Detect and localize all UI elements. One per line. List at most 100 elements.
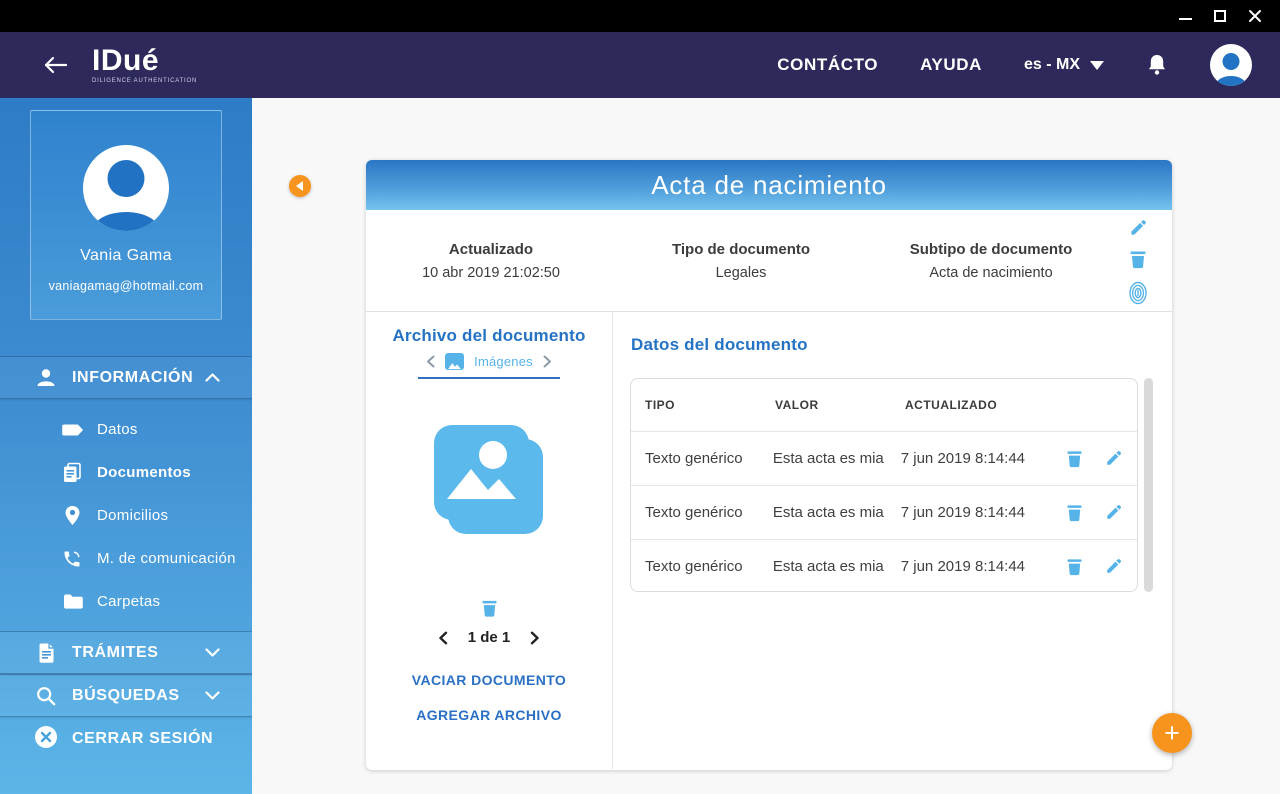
table-scrollbar[interactable] bbox=[1144, 378, 1153, 592]
data-panel: Datos del documento TIPO VALOR ACTUALIZA… bbox=[613, 312, 1172, 769]
delete-row-button[interactable] bbox=[1066, 449, 1083, 468]
meta-actualizado: Actualizado 10 abr 2019 21:02:50 bbox=[366, 241, 616, 281]
item-label: Documentos bbox=[97, 464, 191, 481]
empty-document-link[interactable]: VACIAR DOCUMENTO bbox=[412, 672, 566, 688]
meta-subtipo: Subtipo de documento Acta de nacimiento bbox=[866, 241, 1116, 281]
col-header-actualizado: ACTUALIZADO bbox=[905, 398, 1073, 412]
add-data-fab[interactable]: + bbox=[1152, 713, 1192, 753]
sidebar-section-busquedas[interactable]: BÚSQUEDAS bbox=[0, 674, 252, 717]
edit-row-button[interactable] bbox=[1105, 557, 1123, 576]
next-tab-button[interactable] bbox=[543, 355, 552, 368]
sidebar-section-informacion[interactable]: INFORMACIÓN bbox=[0, 356, 252, 399]
collapse-sidebar-button[interactable] bbox=[289, 175, 311, 197]
edit-icon bbox=[1105, 449, 1123, 467]
person-icon bbox=[34, 367, 58, 389]
edit-row-button[interactable] bbox=[1105, 503, 1123, 522]
item-label: Datos bbox=[97, 421, 138, 438]
chevron-down-icon bbox=[205, 691, 220, 700]
edit-row-button[interactable] bbox=[1105, 449, 1123, 468]
image-preview-placeholder[interactable] bbox=[434, 425, 544, 535]
language-selector[interactable]: es - MX bbox=[1024, 56, 1104, 74]
prev-page-button[interactable] bbox=[438, 631, 448, 645]
tab-label[interactable]: Imágenes bbox=[474, 354, 533, 369]
sidebar-item-datos[interactable]: Datos bbox=[0, 408, 252, 451]
add-file-link[interactable]: AGREGAR ARCHIVO bbox=[416, 707, 562, 723]
minimize-icon[interactable] bbox=[1179, 12, 1192, 20]
edit-document-button[interactable] bbox=[1129, 218, 1148, 237]
edit-icon bbox=[1105, 557, 1123, 575]
fingerprint-button[interactable] bbox=[1128, 281, 1148, 305]
maximize-icon[interactable] bbox=[1214, 10, 1226, 22]
documents-icon bbox=[60, 462, 84, 483]
item-label: Domicilios bbox=[97, 507, 168, 524]
profile-name: Vania Gama bbox=[31, 247, 221, 265]
delete-file-button[interactable] bbox=[481, 597, 498, 619]
document-meta: Actualizado 10 abr 2019 21:02:50 Tipo de… bbox=[366, 210, 1172, 312]
sidebar-submenu-informacion: Datos Documentos Domicilios M. de comuni… bbox=[0, 399, 252, 631]
chevron-up-icon bbox=[205, 373, 220, 382]
col-header-valor: VALOR bbox=[775, 398, 905, 412]
table-row: Texto genérico Esta acta es mia 7 jun 20… bbox=[631, 431, 1137, 485]
file-panel-title: Archivo del documento bbox=[392, 326, 585, 346]
item-label: Carpetas bbox=[97, 593, 160, 610]
document-data-table: TIPO VALOR ACTUALIZADO Texto genérico Es… bbox=[630, 378, 1138, 592]
fingerprint-icon bbox=[1128, 281, 1148, 305]
delete-row-button[interactable] bbox=[1066, 503, 1083, 522]
logout-label: CERRAR SESIÓN bbox=[72, 730, 213, 748]
document-card: Acta de nacimiento Actualizado 10 abr 20… bbox=[366, 160, 1172, 770]
phone-icon bbox=[60, 549, 84, 569]
chevron-left-icon bbox=[296, 181, 303, 191]
section-label: INFORMACIÓN bbox=[72, 369, 193, 387]
search-icon bbox=[34, 686, 58, 706]
document-title: Acta de nacimiento bbox=[651, 170, 887, 201]
section-label: TRÁMITES bbox=[72, 644, 159, 662]
image-placeholder-icon bbox=[434, 425, 529, 520]
notifications-button[interactable] bbox=[1146, 53, 1168, 77]
card-icon bbox=[60, 422, 84, 438]
logo-text: IDué bbox=[92, 46, 197, 76]
sidebar-item-carpetas[interactable]: Carpetas bbox=[0, 580, 252, 623]
back-arrow-icon bbox=[42, 55, 68, 75]
sidebar-item-documentos[interactable]: Documentos bbox=[0, 451, 252, 494]
next-page-button[interactable] bbox=[530, 631, 540, 645]
app-header: IDué DILIGENCE AUTHENTICATION CONTÁCTO A… bbox=[0, 32, 1280, 98]
table-row: Texto genérico Esta acta es mia 7 jun 20… bbox=[631, 539, 1137, 593]
image-icon bbox=[445, 353, 464, 370]
pagination-text: 1 de 1 bbox=[468, 629, 511, 646]
user-avatar[interactable] bbox=[1210, 44, 1252, 86]
window-titlebar bbox=[0, 0, 1280, 32]
document-card-header: Acta de nacimiento bbox=[366, 160, 1172, 210]
back-button[interactable] bbox=[42, 55, 68, 75]
file-pagination: 1 de 1 bbox=[438, 629, 541, 646]
profile-card: Vania Gama vaniagamag@hotmail.com bbox=[30, 110, 222, 320]
edit-icon bbox=[1105, 503, 1123, 521]
map-pin-icon bbox=[60, 505, 84, 526]
main-content: Acta de nacimiento Actualizado 10 abr 20… bbox=[252, 98, 1280, 794]
logout-button[interactable]: CERRAR SESIÓN bbox=[0, 717, 252, 761]
trash-icon bbox=[481, 597, 498, 619]
folder-icon bbox=[60, 593, 84, 610]
prev-tab-button[interactable] bbox=[426, 355, 435, 368]
trash-icon bbox=[1066, 503, 1083, 522]
section-label: BÚSQUEDAS bbox=[72, 687, 180, 705]
trash-icon bbox=[1066, 449, 1083, 468]
item-label: M. de comunicación bbox=[97, 550, 236, 567]
close-icon[interactable] bbox=[1248, 9, 1262, 23]
nav-contacto[interactable]: CONTÁCTO bbox=[777, 55, 878, 75]
file-type-tab: Imágenes bbox=[418, 353, 560, 379]
chevron-down-icon bbox=[1090, 61, 1104, 70]
data-panel-title: Datos del documento bbox=[631, 335, 808, 355]
meta-tipo: Tipo de documento Legales bbox=[616, 241, 866, 281]
sidebar-item-domicilios[interactable]: Domicilios bbox=[0, 494, 252, 537]
close-circle-icon bbox=[34, 725, 58, 754]
bell-icon bbox=[1146, 53, 1168, 77]
logo-subtitle: DILIGENCE AUTHENTICATION bbox=[92, 78, 197, 84]
delete-row-button[interactable] bbox=[1066, 557, 1083, 576]
profile-email: vaniagamag@hotmail.com bbox=[31, 279, 221, 293]
file-panel: Archivo del documento Imágenes bbox=[366, 312, 613, 769]
delete-document-button[interactable] bbox=[1129, 249, 1147, 269]
sidebar-section-tramites[interactable]: TRÁMITES bbox=[0, 631, 252, 674]
sidebar-item-comunicacion[interactable]: M. de comunicación bbox=[0, 537, 252, 580]
app-logo: IDué DILIGENCE AUTHENTICATION bbox=[92, 46, 197, 84]
nav-ayuda[interactable]: AYUDA bbox=[920, 55, 982, 75]
